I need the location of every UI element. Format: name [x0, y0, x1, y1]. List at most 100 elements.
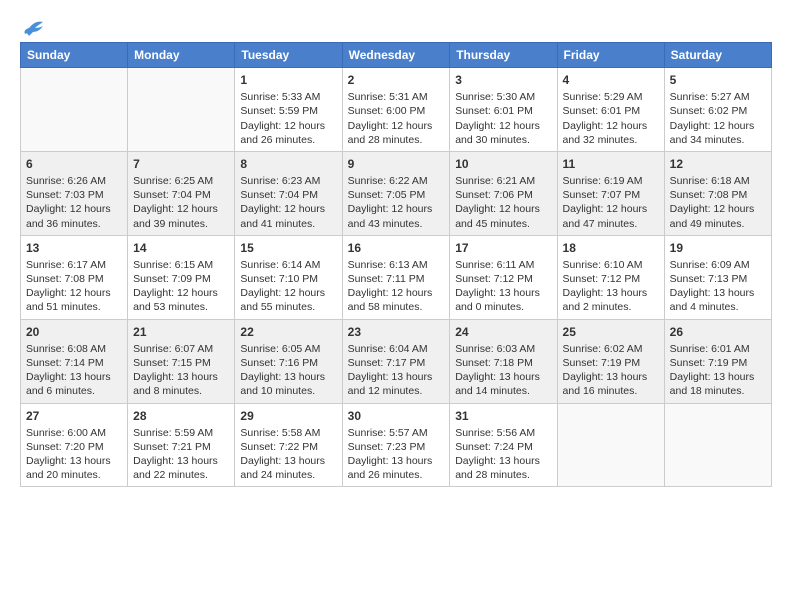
day-number: 26 — [670, 324, 766, 340]
calendar-day-cell: 25Sunrise: 6:02 AMSunset: 7:19 PMDayligh… — [557, 319, 664, 403]
day-number: 16 — [348, 240, 445, 256]
calendar-day-cell: 16Sunrise: 6:13 AMSunset: 7:11 PMDayligh… — [342, 235, 450, 319]
day-number: 10 — [455, 156, 551, 172]
calendar-header-row: SundayMondayTuesdayWednesdayThursdayFrid… — [21, 43, 772, 68]
day-info-line: Sunset: 7:08 PM — [26, 272, 122, 286]
day-info-line: Sunset: 5:59 PM — [240, 104, 336, 118]
day-info-line: Sunset: 6:01 PM — [455, 104, 551, 118]
day-info-line: Daylight: 12 hours and 51 minutes. — [26, 286, 122, 314]
calendar-day-cell: 10Sunrise: 6:21 AMSunset: 7:06 PMDayligh… — [450, 151, 557, 235]
day-info-line: Daylight: 13 hours and 18 minutes. — [670, 370, 766, 398]
day-info-line: Daylight: 13 hours and 16 minutes. — [563, 370, 659, 398]
day-number: 5 — [670, 72, 766, 88]
day-info-line: Sunset: 7:11 PM — [348, 272, 445, 286]
day-info-line: Sunset: 7:19 PM — [563, 356, 659, 370]
calendar-day-cell — [557, 403, 664, 487]
day-info-line: Sunrise: 6:00 AM — [26, 426, 122, 440]
calendar-day-cell: 11Sunrise: 6:19 AMSunset: 7:07 PMDayligh… — [557, 151, 664, 235]
calendar-day-cell: 3Sunrise: 5:30 AMSunset: 6:01 PMDaylight… — [450, 68, 557, 152]
day-info-line: Sunset: 7:21 PM — [133, 440, 229, 454]
logo — [20, 20, 44, 36]
day-info-line: Daylight: 13 hours and 26 minutes. — [348, 454, 445, 482]
day-info-line: Daylight: 13 hours and 2 minutes. — [563, 286, 659, 314]
day-info-line: Sunrise: 6:18 AM — [670, 174, 766, 188]
day-number: 4 — [563, 72, 659, 88]
calendar-header-thursday: Thursday — [450, 43, 557, 68]
day-info-line: Sunset: 7:15 PM — [133, 356, 229, 370]
day-info-line: Sunset: 7:14 PM — [26, 356, 122, 370]
day-number: 14 — [133, 240, 229, 256]
day-number: 29 — [240, 408, 336, 424]
calendar-day-cell: 17Sunrise: 6:11 AMSunset: 7:12 PMDayligh… — [450, 235, 557, 319]
day-number: 17 — [455, 240, 551, 256]
day-info-line: Sunrise: 5:57 AM — [348, 426, 445, 440]
day-info-line: Daylight: 12 hours and 32 minutes. — [563, 119, 659, 147]
calendar-day-cell: 2Sunrise: 5:31 AMSunset: 6:00 PMDaylight… — [342, 68, 450, 152]
day-info-line: Sunset: 7:03 PM — [26, 188, 122, 202]
day-info-line: Daylight: 13 hours and 0 minutes. — [455, 286, 551, 314]
day-number: 30 — [348, 408, 445, 424]
day-info-line: Daylight: 13 hours and 20 minutes. — [26, 454, 122, 482]
header — [20, 16, 772, 36]
day-info-line: Sunset: 7:13 PM — [670, 272, 766, 286]
calendar-header-friday: Friday — [557, 43, 664, 68]
calendar-day-cell: 9Sunrise: 6:22 AMSunset: 7:05 PMDaylight… — [342, 151, 450, 235]
calendar-day-cell: 1Sunrise: 5:33 AMSunset: 5:59 PMDaylight… — [235, 68, 342, 152]
day-info-line: Sunset: 7:18 PM — [455, 356, 551, 370]
calendar-week-row: 1Sunrise: 5:33 AMSunset: 5:59 PMDaylight… — [21, 68, 772, 152]
day-info-line: Sunrise: 6:02 AM — [563, 342, 659, 356]
day-info-line: Sunrise: 6:03 AM — [455, 342, 551, 356]
day-number: 7 — [133, 156, 229, 172]
day-info-line: Daylight: 12 hours and 34 minutes. — [670, 119, 766, 147]
day-info-line: Daylight: 12 hours and 30 minutes. — [455, 119, 551, 147]
day-info-line: Sunset: 6:01 PM — [563, 104, 659, 118]
day-info-line: Sunrise: 6:21 AM — [455, 174, 551, 188]
calendar-day-cell: 15Sunrise: 6:14 AMSunset: 7:10 PMDayligh… — [235, 235, 342, 319]
day-number: 1 — [240, 72, 336, 88]
calendar-table: SundayMondayTuesdayWednesdayThursdayFrid… — [20, 42, 772, 487]
calendar-header-sunday: Sunday — [21, 43, 128, 68]
day-number: 11 — [563, 156, 659, 172]
day-info-line: Daylight: 13 hours and 6 minutes. — [26, 370, 122, 398]
day-number: 15 — [240, 240, 336, 256]
day-info-line: Sunset: 7:04 PM — [133, 188, 229, 202]
day-number: 2 — [348, 72, 445, 88]
day-info-line: Sunset: 7:24 PM — [455, 440, 551, 454]
day-info-line: Sunrise: 6:14 AM — [240, 258, 336, 272]
day-info-line: Daylight: 13 hours and 28 minutes. — [455, 454, 551, 482]
calendar-day-cell: 30Sunrise: 5:57 AMSunset: 7:23 PMDayligh… — [342, 403, 450, 487]
day-info-line: Sunrise: 6:10 AM — [563, 258, 659, 272]
calendar-day-cell: 23Sunrise: 6:04 AMSunset: 7:17 PMDayligh… — [342, 319, 450, 403]
day-info-line: Sunrise: 6:05 AM — [240, 342, 336, 356]
day-info-line: Sunset: 7:22 PM — [240, 440, 336, 454]
day-info-line: Sunset: 7:09 PM — [133, 272, 229, 286]
day-info-line: Daylight: 12 hours and 43 minutes. — [348, 202, 445, 230]
day-info-line: Sunset: 6:00 PM — [348, 104, 445, 118]
day-info-line: Daylight: 13 hours and 8 minutes. — [133, 370, 229, 398]
day-info-line: Sunrise: 6:13 AM — [348, 258, 445, 272]
calendar-day-cell: 8Sunrise: 6:23 AMSunset: 7:04 PMDaylight… — [235, 151, 342, 235]
calendar-day-cell: 28Sunrise: 5:59 AMSunset: 7:21 PMDayligh… — [128, 403, 235, 487]
calendar-header-monday: Monday — [128, 43, 235, 68]
day-number: 9 — [348, 156, 445, 172]
day-info-line: Daylight: 12 hours and 28 minutes. — [348, 119, 445, 147]
calendar-day-cell: 14Sunrise: 6:15 AMSunset: 7:09 PMDayligh… — [128, 235, 235, 319]
day-info-line: Sunrise: 6:08 AM — [26, 342, 122, 356]
day-info-line: Sunset: 7:08 PM — [670, 188, 766, 202]
day-number: 23 — [348, 324, 445, 340]
day-info-line: Daylight: 13 hours and 24 minutes. — [240, 454, 336, 482]
day-info-line: Daylight: 12 hours and 55 minutes. — [240, 286, 336, 314]
calendar-header-tuesday: Tuesday — [235, 43, 342, 68]
day-number: 20 — [26, 324, 122, 340]
day-info-line: Sunrise: 5:58 AM — [240, 426, 336, 440]
day-info-line: Daylight: 12 hours and 53 minutes. — [133, 286, 229, 314]
calendar-day-cell: 27Sunrise: 6:00 AMSunset: 7:20 PMDayligh… — [21, 403, 128, 487]
day-info-line: Sunrise: 6:26 AM — [26, 174, 122, 188]
day-info-line: Sunrise: 6:23 AM — [240, 174, 336, 188]
calendar-week-row: 13Sunrise: 6:17 AMSunset: 7:08 PMDayligh… — [21, 235, 772, 319]
day-number: 12 — [670, 156, 766, 172]
day-info-line: Sunrise: 5:29 AM — [563, 90, 659, 104]
calendar-day-cell: 26Sunrise: 6:01 AMSunset: 7:19 PMDayligh… — [664, 319, 771, 403]
calendar-day-cell — [21, 68, 128, 152]
calendar-day-cell: 21Sunrise: 6:07 AMSunset: 7:15 PMDayligh… — [128, 319, 235, 403]
